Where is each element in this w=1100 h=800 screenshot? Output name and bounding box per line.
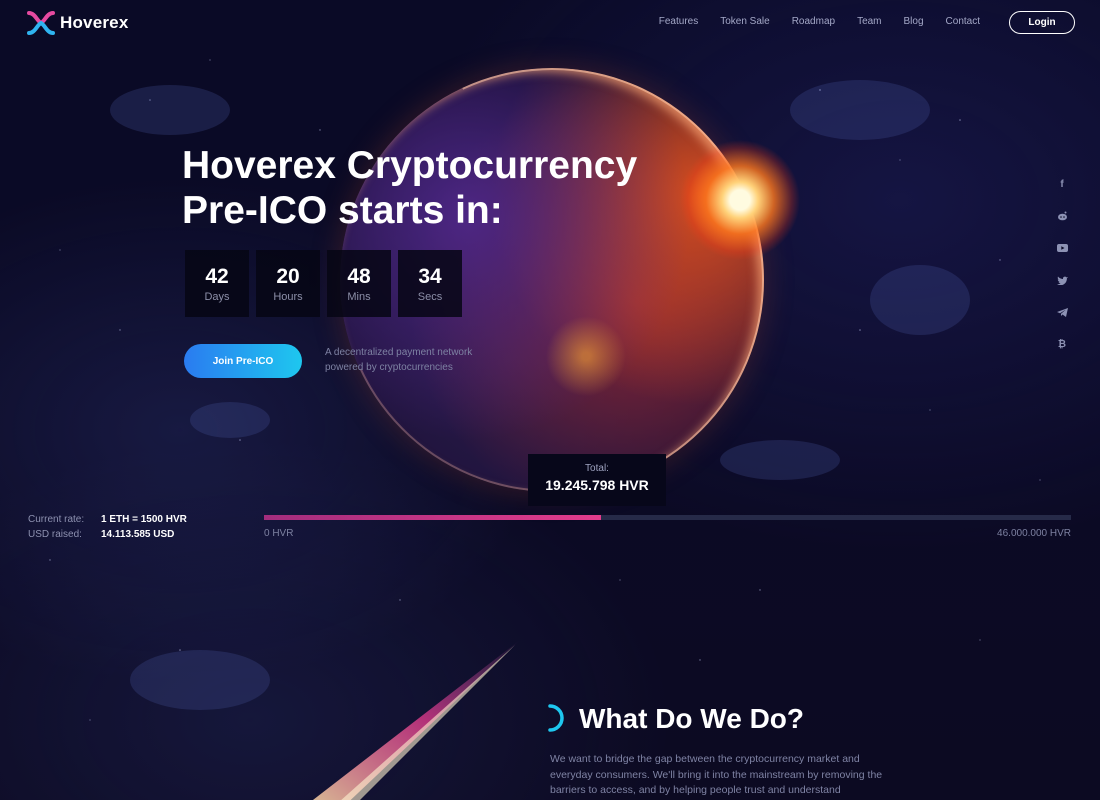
countdown-label: Mins (347, 290, 371, 303)
countdown-value: 34 (418, 264, 442, 288)
countdown-days: 42 Days (185, 250, 249, 317)
countdown-value: 42 (205, 264, 229, 288)
hero-title-line1: Hoverex Cryptocurrency (182, 144, 638, 187)
site-header: Hoverex Features Token Sale Roadmap Team… (0, 0, 1100, 46)
nav-team[interactable]: Team (857, 16, 881, 27)
usd-raised-label: USD raised: (28, 529, 82, 540)
usd-raised-row: USD raised: 14.113.585 USD (28, 527, 187, 542)
progress-min-label: 0 HVR (264, 528, 294, 539)
nav-contact[interactable]: Contact (946, 16, 980, 27)
hero-title-line2: Pre-ICO starts in: (182, 189, 503, 232)
telegram-icon[interactable] (1054, 304, 1070, 320)
nav-blog[interactable]: Blog (904, 16, 924, 27)
logo-text: Hoverex (60, 13, 129, 32)
countdown-mins: 48 Mins (327, 250, 391, 317)
countdown-secs: 34 Secs (398, 250, 462, 317)
nav-token-sale[interactable]: Token Sale (720, 16, 769, 27)
total-tokens-box: Total: 19.245.798 HVR (528, 454, 666, 506)
youtube-icon[interactable] (1054, 240, 1070, 256)
usd-raised-value: 14.113.585 USD (101, 529, 175, 540)
comet-illustration (312, 640, 520, 800)
countdown-label: Days (204, 290, 230, 303)
total-value: 19.245.798 HVR (545, 477, 649, 493)
facebook-icon[interactable]: f (1054, 176, 1070, 192)
nav-roadmap[interactable]: Roadmap (792, 16, 835, 27)
hero-tagline: A decentralized payment network powered … (325, 345, 505, 375)
social-links: f ₿ (1054, 176, 1070, 352)
current-rate-value: 1 ETH = 1500 HVR (101, 514, 187, 525)
progress-fill (264, 515, 602, 520)
twitter-icon[interactable] (1054, 272, 1070, 288)
countdown-timer: 42 Days 20 Hours 48 Mins 34 Secs (185, 250, 462, 317)
what-we-do-text: We want to bridge the gap between the cr… (550, 753, 883, 796)
token-sale-progress-bar (264, 515, 1071, 520)
countdown-label: Secs (417, 290, 443, 303)
tagline-line2: powered by cryptocurrencies (325, 362, 453, 373)
current-rate-row: Current rate: 1 ETH = 1500 HVR (28, 512, 187, 527)
sale-stats: Current rate: 1 ETH = 1500 HVR USD raise… (28, 512, 187, 542)
what-we-do-title: What Do We Do? (579, 703, 805, 734)
countdown-label: Hours (273, 290, 303, 303)
bitcoin-icon[interactable]: ₿ (1054, 336, 1070, 352)
countdown-hours: 20 Hours (256, 250, 320, 317)
logo[interactable]: Hoverex (27, 11, 129, 35)
hero-title: Hoverex Cryptocurrency Pre-ICO starts in… (182, 143, 702, 233)
progress-max-label: 46.000.000 HVR (997, 528, 1071, 539)
login-button[interactable]: Login (1009, 11, 1075, 34)
current-rate-label: Current rate: (28, 514, 85, 525)
reddit-icon[interactable] (1054, 208, 1070, 224)
total-label: Total: (585, 463, 609, 474)
countdown-value: 20 (276, 264, 300, 288)
main-nav: Features Token Sale Roadmap Team Blog Co… (659, 16, 980, 27)
tagline-line1: A decentralized payment network (325, 347, 473, 358)
countdown-value: 48 (347, 264, 371, 288)
join-pre-ico-button[interactable]: Join Pre-ICO (184, 344, 302, 378)
nav-features[interactable]: Features (659, 16, 698, 27)
logo-mark-icon (27, 11, 55, 35)
section-ring-icon (548, 704, 564, 732)
